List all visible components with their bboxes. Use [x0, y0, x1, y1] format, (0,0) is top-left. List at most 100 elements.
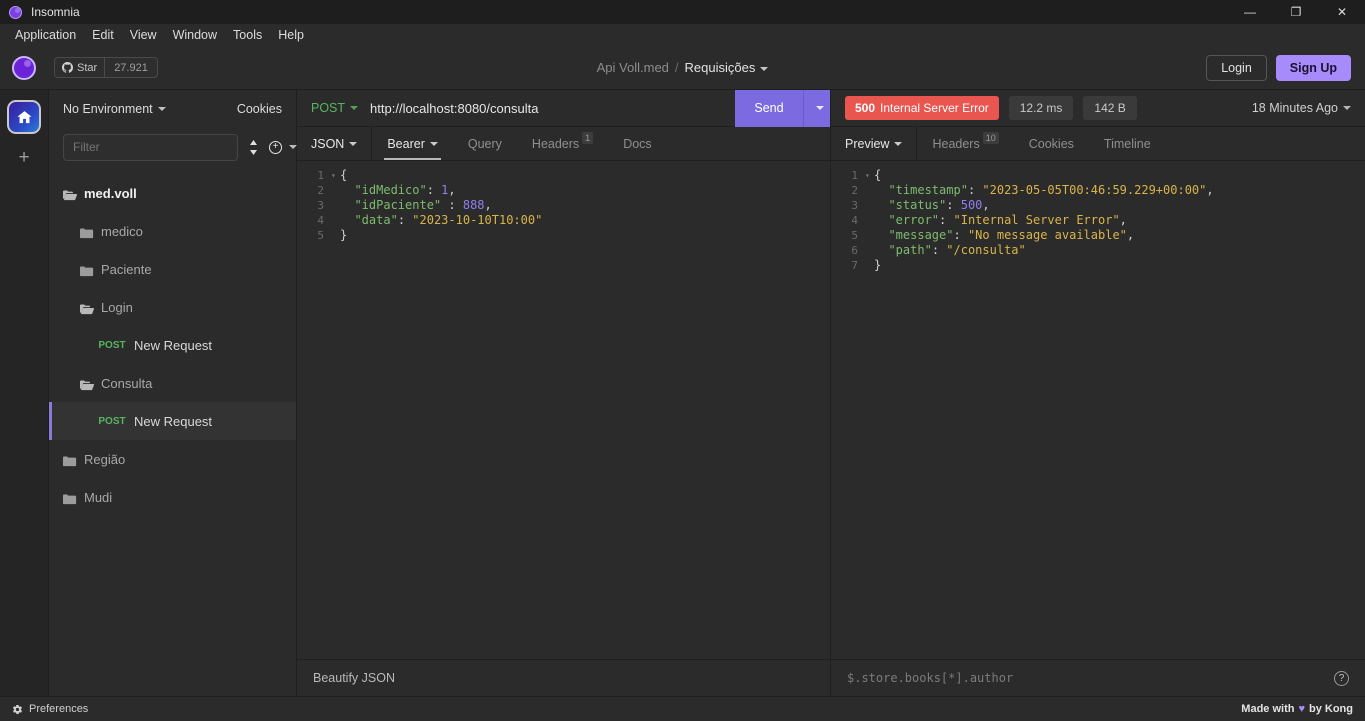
tab-preview[interactable]: Preview: [831, 127, 918, 160]
tab-timeline[interactable]: Timeline: [1089, 127, 1166, 160]
tree-folder-item[interactable]: Região: [49, 440, 296, 478]
folder-closed-icon: [63, 494, 77, 505]
tree-folder-item[interactable]: Consulta: [49, 364, 296, 402]
signup-button[interactable]: Sign Up: [1275, 54, 1351, 81]
tree-folder-item[interactable]: med.voll: [49, 174, 296, 212]
code-line: 7}: [831, 258, 1365, 273]
breadcrumb-document[interactable]: Requisições: [685, 60, 769, 75]
environment-selector[interactable]: No Environment: [63, 102, 166, 116]
create-request-button[interactable]: +: [269, 140, 297, 154]
code-text: "path": "/consulta": [888, 243, 1026, 257]
method-label: POST: [311, 101, 346, 115]
breadcrumb-document-label: Requisições: [684, 60, 756, 75]
code-text: {: [874, 168, 882, 182]
tab-query[interactable]: Query: [453, 127, 517, 160]
tree-item-label: New Request: [134, 337, 213, 353]
response-filter-input[interactable]: $.store.books[*].author: [847, 671, 1334, 685]
menu-window[interactable]: Window: [165, 26, 225, 44]
tree-folder-item[interactable]: medico: [49, 212, 296, 250]
sort-icon[interactable]: [248, 139, 259, 155]
folder-closed-icon: [63, 492, 77, 505]
fold-toggle-icon[interactable]: ▾: [865, 168, 874, 183]
chevron-down-icon: [894, 141, 903, 146]
cookies-button[interactable]: Cookies: [237, 102, 282, 116]
tree-request-item[interactable]: POST New Request: [49, 326, 296, 364]
tab-bearer[interactable]: Bearer: [372, 127, 453, 160]
response-footer: $.store.books[*].author ?: [831, 659, 1365, 696]
home-button[interactable]: [7, 100, 41, 134]
tab-cookies[interactable]: Cookies: [1014, 127, 1089, 160]
tree-folder-item[interactable]: Login: [49, 288, 296, 326]
request-body-editor[interactable]: 1 ▾{2 "idMedico": 1, 3 "idPaciente" : 888,…: [297, 161, 830, 659]
code-line: 6 "path": "/consulta": [831, 243, 1365, 258]
folder-closed-icon: [63, 454, 77, 467]
made-with-prefix: Made with: [1241, 703, 1295, 715]
minimize-icon[interactable]: —: [1227, 0, 1273, 24]
filter-input[interactable]: [63, 133, 238, 161]
response-history-selector[interactable]: 18 Minutes Ago: [1252, 101, 1351, 115]
tab-json[interactable]: JSON: [297, 127, 373, 160]
fold-toggle-icon[interactable]: ▾: [331, 168, 340, 183]
folder-open-icon: [80, 380, 95, 391]
status-badge[interactable]: 500 Internal Server Error: [845, 96, 999, 120]
tree-folder-item[interactable]: Mudi: [49, 478, 296, 516]
github-star-count: 27.921: [114, 61, 148, 74]
tree-folder-item[interactable]: Paciente: [49, 250, 296, 288]
preferences-button[interactable]: Preferences: [12, 703, 88, 715]
insomnia-app: Insomnia — ❐ ✕ Application Edit View Win…: [0, 0, 1365, 721]
chevron-down-icon: [289, 145, 297, 149]
chevron-down-icon: [157, 106, 166, 111]
menu-view[interactable]: View: [122, 26, 165, 44]
beautify-json-button[interactable]: Beautify JSON: [313, 671, 395, 685]
line-number: 5: [317, 229, 324, 242]
code-line: 4 "data": "2023-10-10T10:00": [297, 213, 830, 228]
response-tab-bar[interactable]: Preview Headers 10 Cookies Timeline: [831, 127, 1365, 161]
menu-application[interactable]: Application: [7, 26, 84, 44]
line-number: 4: [317, 214, 324, 227]
activity-rail: +: [0, 90, 49, 696]
send-button[interactable]: Send: [735, 89, 803, 127]
breadcrumb-workspace[interactable]: Api Voll.med: [597, 60, 669, 75]
close-icon[interactable]: ✕: [1319, 0, 1365, 24]
line-number: 2: [317, 184, 324, 197]
method-selector[interactable]: POST: [297, 101, 359, 115]
fold-toggle-icon: [331, 183, 340, 198]
login-button[interactable]: Login: [1206, 54, 1267, 81]
gear-icon: [12, 704, 23, 714]
tab-headers[interactable]: Headers 10: [917, 127, 1013, 160]
help-icon[interactable]: ?: [1334, 670, 1349, 686]
menu-tools[interactable]: Tools: [225, 26, 270, 44]
request-tree[interactable]: med.voll medico Paciente Login POST New Reque…: [49, 167, 296, 696]
tab-badge: 10: [982, 131, 999, 144]
add-workspace-button[interactable]: +: [18, 148, 29, 167]
github-star-widget[interactable]: Star 27.921: [54, 57, 158, 78]
github-star-button[interactable]: Star: [55, 58, 106, 77]
fold-toggle-icon: [865, 198, 874, 213]
folder-open-icon: [80, 304, 95, 315]
tree-request-item[interactable]: POST New Request: [49, 402, 296, 440]
line-number: 2: [851, 184, 858, 197]
line-number: 6: [851, 244, 858, 257]
tab-docs[interactable]: Docs: [608, 127, 666, 160]
tab-label: Query: [467, 136, 502, 151]
request-tab-bar[interactable]: JSON Bearer Query Headers 1 Docs: [297, 127, 830, 161]
folder-open-icon: [80, 378, 95, 391]
menu-edit[interactable]: Edit: [84, 26, 122, 44]
url-input[interactable]: http://localhost:8080/consulta: [358, 101, 735, 116]
line-number: 7: [851, 259, 858, 272]
chevron-down-icon: [1343, 106, 1351, 110]
tab-headers[interactable]: Headers 1: [517, 127, 608, 160]
insomnia-logo-icon: [9, 5, 22, 19]
code-text: {: [340, 168, 348, 182]
header-actions: Login Sign Up: [1206, 54, 1365, 81]
request-method-badge: POST: [98, 415, 126, 427]
menu-help[interactable]: Help: [270, 26, 312, 44]
fold-toggle-icon: [331, 198, 340, 213]
tab-label: Headers: [932, 136, 980, 151]
code-text: }: [340, 228, 348, 242]
code-line: 3 "idPaciente" : 888,: [297, 198, 830, 213]
response-body-viewer[interactable]: 1 ▾{2 "timestamp": "2023-05-05T00:46:59.2…: [831, 161, 1365, 659]
send-options-button[interactable]: [803, 89, 830, 127]
maximize-icon[interactable]: ❐: [1273, 0, 1319, 24]
code-text: "timestamp": "2023-05-05T00:46:59.229+00…: [888, 183, 1214, 197]
